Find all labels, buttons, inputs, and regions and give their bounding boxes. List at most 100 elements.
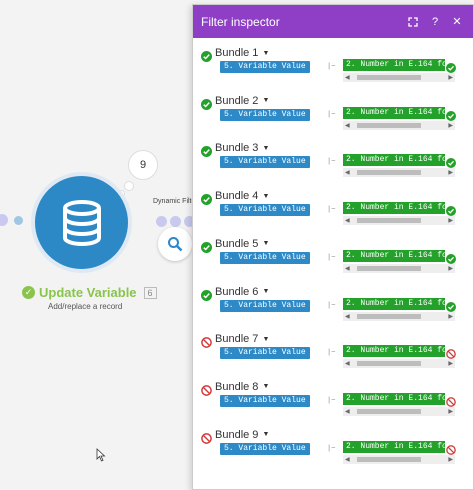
caret-down-icon: ▼ (262, 288, 270, 295)
value-status (446, 60, 456, 73)
scroll-left-icon[interactable]: ◀ (345, 169, 350, 176)
help-button[interactable]: ? (427, 14, 443, 30)
value-status (446, 442, 456, 455)
value-pill: 2. Number in E.164 format (343, 392, 445, 405)
horizontal-scrollbar[interactable]: ◀ ▶ (343, 73, 455, 82)
horizontal-scrollbar[interactable]: ◀ ▶ (343, 120, 455, 130)
horizontal-scrollbar[interactable]: ◀ ▶ (343, 406, 455, 416)
value-status-check-icon (446, 206, 456, 217)
scroll-left-icon[interactable]: ◀ (345, 456, 350, 463)
bundle-toggle[interactable]: Bundle 2 ▼ (215, 95, 269, 107)
bundle-toggle[interactable]: Bundle 4 ▼ (215, 190, 269, 202)
bundle-toggle[interactable]: Bundle 9 ▼ (215, 429, 269, 441)
bundle-toggle[interactable]: Bundle 5 ▼ (215, 238, 269, 250)
operator-label: |~ (327, 444, 336, 453)
value-status (446, 108, 456, 121)
scroll-left-icon[interactable]: ◀ (345, 265, 350, 272)
scroll-thumb[interactable] (357, 122, 421, 128)
scroll-right-icon[interactable]: ▶ (448, 169, 453, 176)
scroll-thumb[interactable] (357, 170, 421, 176)
close-button[interactable]: ✕ (449, 14, 465, 30)
bundle-status-check-icon (201, 146, 212, 158)
value-pill: 2. Number in E.164 format (343, 202, 445, 215)
operations-count-bubble[interactable]: 9 (128, 150, 158, 180)
bundle-toggle[interactable]: Bundle 1 ▼ (215, 47, 269, 59)
scroll-left-icon[interactable]: ◀ (345, 408, 350, 415)
horizontal-scrollbar[interactable]: ◀ ▶ (343, 454, 455, 464)
bundle-row[interactable]: Bundle 7 ▼ 5. Variable Value |~ 2. Numbe… (193, 331, 473, 378)
scroll-thumb[interactable] (357, 313, 421, 319)
horizontal-scrollbar[interactable]: ◀ ▶ (343, 216, 455, 226)
scroll-thumb[interactable] (357, 218, 421, 224)
value-box: 2. Number in E.164 format ◀ ▶ (343, 154, 457, 190)
scroll-thumb[interactable] (357, 408, 421, 414)
scroll-thumb[interactable] (357, 361, 421, 367)
bundle-toggle[interactable]: Bundle 6 ▼ (215, 286, 269, 298)
module-title[interactable]: ✓ Update Variable 6 (22, 285, 157, 300)
horizontal-scrollbar[interactable]: ◀ ▶ (343, 359, 455, 369)
bundle-row[interactable]: Bundle 8 ▼ 5. Variable Value |~ 2. Numbe… (193, 379, 473, 426)
operator-label: |~ (327, 349, 336, 358)
scroll-left-icon[interactable]: ◀ (345, 74, 350, 81)
bundle-status (201, 192, 212, 206)
value-status (446, 155, 456, 169)
variable-pill: 5. Variable Value (220, 204, 310, 217)
filter-connection-dot (170, 216, 181, 227)
caret-down-icon: ▼ (262, 240, 270, 248)
scroll-left-icon[interactable]: ◀ (345, 122, 350, 129)
scroll-right-icon[interactable]: ▶ (448, 408, 453, 415)
module-number-badge: 6 (143, 286, 157, 299)
bundle-row[interactable]: Bundle 9 ▼ 5. Variable Value |~ 2. Numbe… (193, 427, 473, 474)
bundle-status (201, 97, 212, 110)
value-status (446, 346, 456, 360)
value-pill: 2. Number in E.164 format (343, 297, 445, 310)
scroll-right-icon[interactable]: ▶ (448, 122, 453, 129)
bundle-label: Bundle 8 (215, 380, 259, 393)
expand-button[interactable] (405, 14, 421, 30)
scroll-thumb[interactable] (357, 456, 421, 462)
value-status-check-icon (446, 63, 456, 73)
scroll-right-icon[interactable]: ▶ (448, 360, 453, 367)
operator-label: |~ (327, 158, 336, 167)
connection-dot (0, 214, 8, 226)
scroll-right-icon[interactable]: ▶ (448, 265, 453, 272)
value-status-blocked-icon (446, 444, 456, 455)
scroll-right-icon[interactable]: ▶ (448, 313, 453, 320)
scroll-left-icon[interactable]: ◀ (345, 217, 350, 224)
horizontal-scrollbar[interactable]: ◀ ▶ (343, 311, 455, 321)
bundle-status-check-icon (201, 289, 212, 301)
value-status (446, 299, 456, 312)
update-variable-module[interactable] (35, 176, 128, 269)
bundle-toggle[interactable]: Bundle 8 ▼ (215, 381, 269, 393)
bundle-row[interactable]: Bundle 6 ▼ 5. Variable Value |~ 2. Numbe… (193, 284, 473, 331)
bundle-status (201, 383, 212, 396)
bundle-row[interactable]: Bundle 2 ▼ 5. Variable Value |~ 2. Numbe… (193, 93, 473, 140)
bundle-row[interactable]: Bundle 4 ▼ 5. Variable Value |~ 2. Numbe… (193, 188, 473, 235)
bundle-row[interactable]: Bundle 5 ▼ 5. Variable Value |~ 2. Numbe… (193, 236, 473, 283)
horizontal-scrollbar[interactable]: ◀ ▶ (343, 168, 455, 178)
bundle-row[interactable]: Bundle 1 ▼ 5. Variable Value |~ 2. Numbe… (193, 45, 473, 92)
value-box: 2. Number in E.164 format ◀ ▶ (343, 106, 457, 143)
scroll-right-icon[interactable]: ▶ (448, 217, 453, 224)
scroll-right-icon[interactable]: ▶ (448, 74, 453, 81)
value-status-blocked-icon (446, 349, 456, 360)
database-icon (62, 199, 101, 246)
operator-label: |~ (327, 206, 336, 215)
bundle-status-check-icon (201, 51, 212, 62)
horizontal-scrollbar[interactable]: ◀ ▶ (343, 263, 455, 273)
close-icon: ✕ (452, 16, 462, 28)
bundle-toggle[interactable]: Bundle 7 ▼ (215, 333, 269, 345)
scroll-right-icon[interactable]: ▶ (448, 456, 453, 463)
scroll-left-icon[interactable]: ◀ (345, 360, 350, 367)
scroll-thumb[interactable] (357, 75, 421, 80)
scroll-thumb[interactable] (357, 265, 421, 271)
variable-pill: 5. Variable Value (220, 394, 310, 407)
bundle-status-check-icon (201, 98, 212, 110)
bundle-toggle[interactable]: Bundle 3 ▼ (215, 142, 269, 154)
value-box: 2. Number in E.164 format ◀ ▶ (343, 297, 457, 334)
filter-inspector-button[interactable] (158, 227, 192, 261)
bundle-row[interactable]: Bundle 3 ▼ 5. Variable Value |~ 2. Numbe… (193, 140, 473, 187)
scroll-left-icon[interactable]: ◀ (345, 313, 350, 320)
bundle-label: Bundle 5 (215, 237, 259, 250)
bundle-status-check-icon (201, 241, 212, 253)
